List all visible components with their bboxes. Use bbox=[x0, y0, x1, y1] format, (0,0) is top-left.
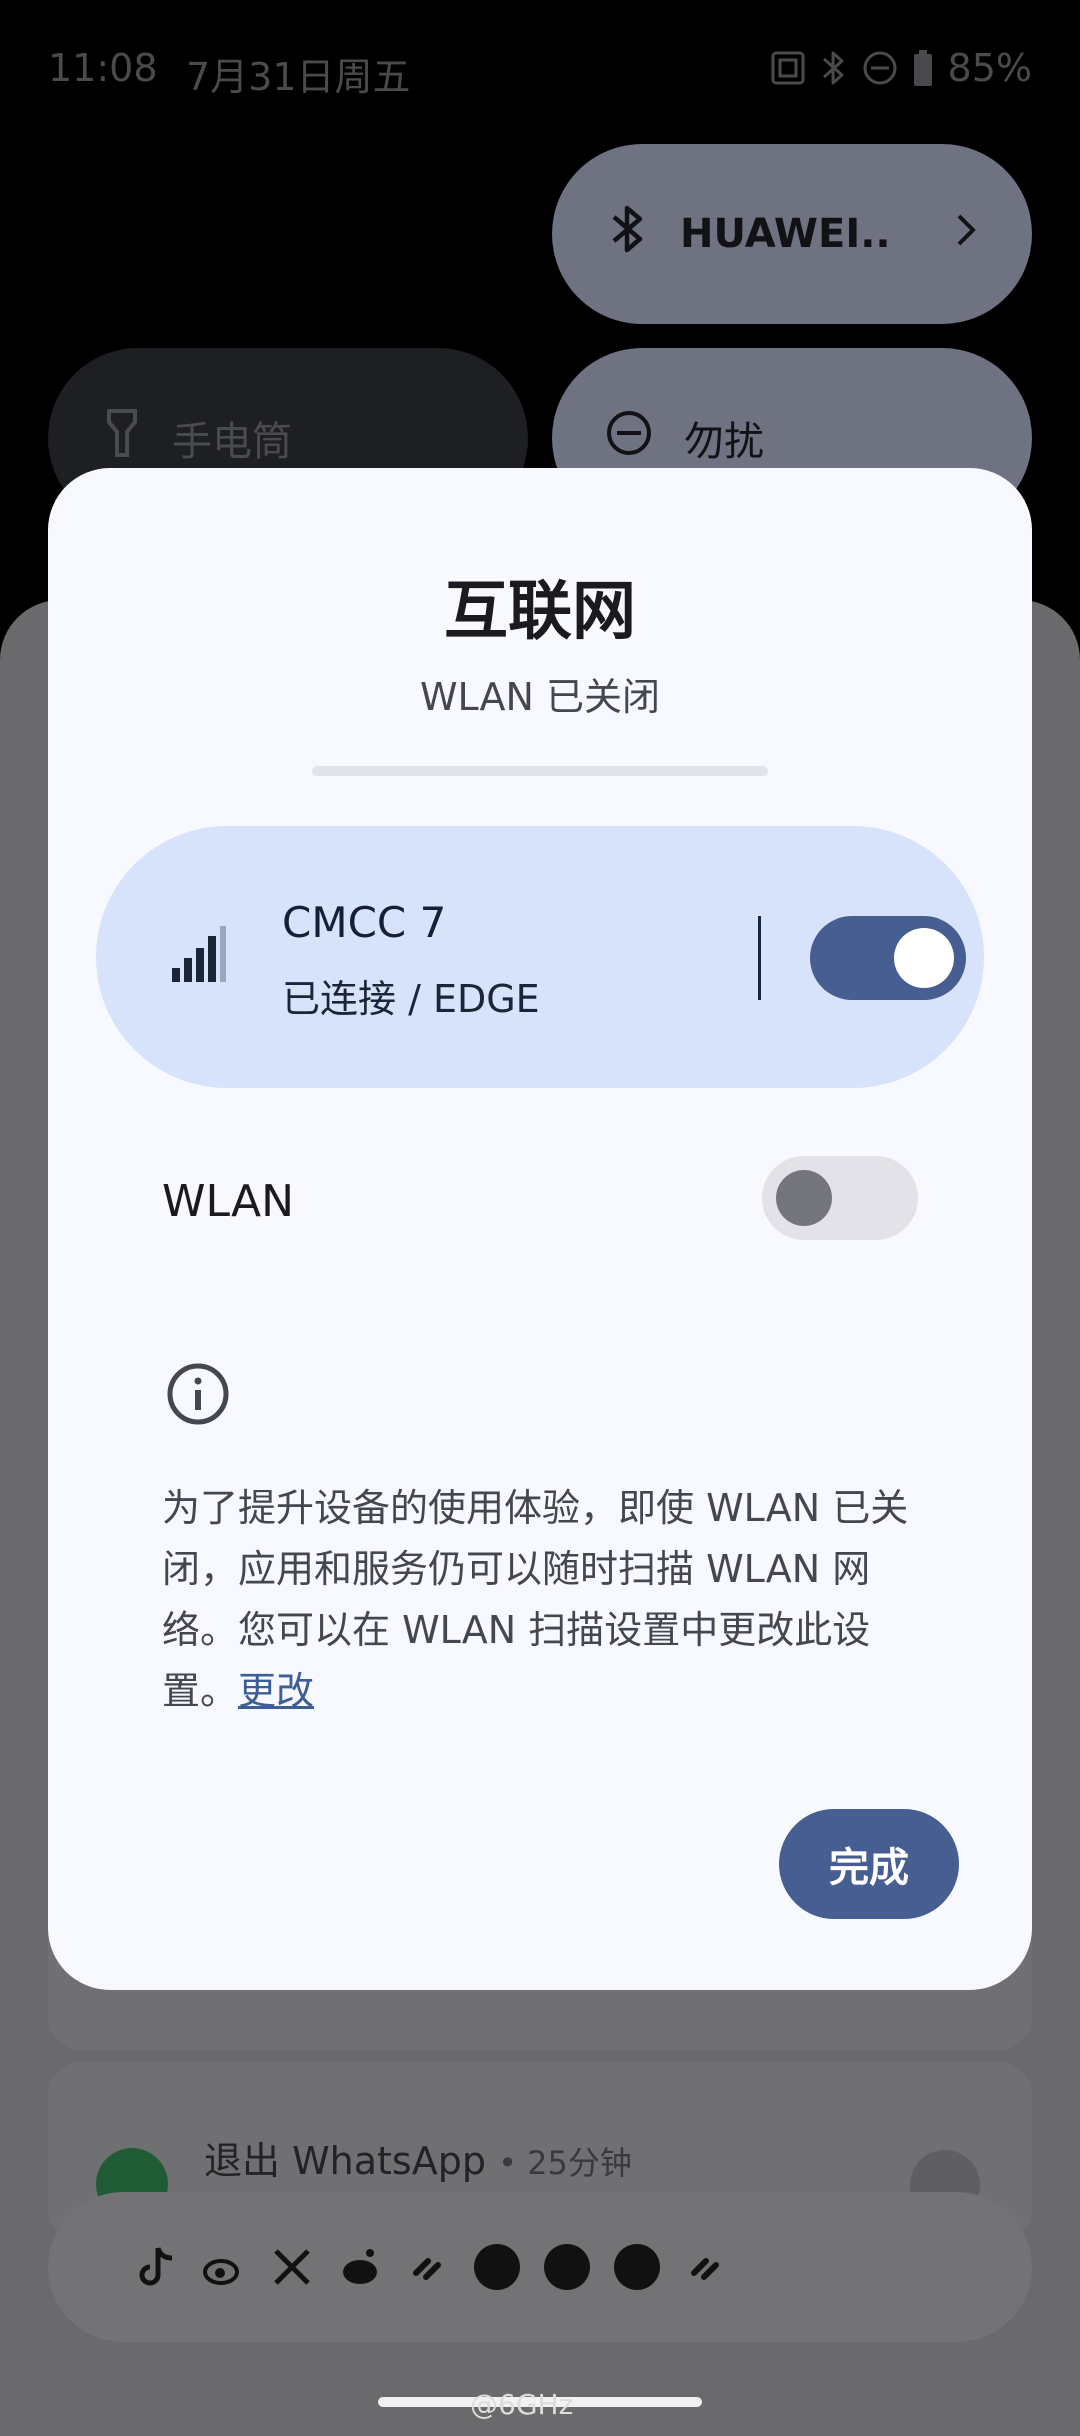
status-date: 7月31日周五 bbox=[186, 55, 411, 99]
battery-icon bbox=[912, 49, 934, 87]
toggle-knob bbox=[894, 928, 954, 988]
bluetooth-tile-label: HUAWEI.. bbox=[680, 211, 891, 257]
bluetooth-icon bbox=[820, 49, 848, 87]
link-icon bbox=[406, 2245, 450, 2289]
wlan-toggle[interactable] bbox=[762, 1156, 918, 1240]
reddit-icon bbox=[338, 2245, 382, 2289]
link-icon bbox=[684, 2245, 728, 2289]
bluetooth-icon bbox=[608, 203, 648, 265]
toggle-knob bbox=[776, 1170, 832, 1226]
network-name: CMCC 7 bbox=[282, 898, 447, 947]
bluetooth-tile[interactable]: HUAWEI.. bbox=[552, 144, 1032, 324]
mobile-data-toggle[interactable] bbox=[810, 916, 966, 1000]
weibo-icon bbox=[202, 2245, 246, 2289]
dnd-tile-label: 勿扰 bbox=[684, 419, 764, 465]
divider bbox=[312, 766, 768, 776]
tiktok-icon bbox=[134, 2245, 178, 2289]
mobile-network-card[interactable]: CMCC 7 已连接 / EDGE bbox=[96, 826, 984, 1088]
change-settings-link[interactable]: 更改 bbox=[238, 1669, 314, 1713]
dialog-title: 互联网 bbox=[444, 575, 636, 649]
done-button[interactable]: 完成 bbox=[779, 1809, 959, 1919]
notification-dot bbox=[614, 2244, 660, 2290]
status-time: 11:08 bbox=[48, 46, 158, 90]
notification-dot bbox=[544, 2244, 590, 2290]
notification-title-text: 退出 WhatsApp bbox=[204, 2139, 486, 2183]
info-text: 为了提升设备的使用体验，即使 WLAN 已关闭，应用和服务仍可以随时扫描 WLA… bbox=[162, 1478, 922, 1722]
signal-icon bbox=[170, 924, 228, 988]
status-icons: 85% bbox=[770, 46, 1032, 90]
flashlight-icon bbox=[106, 408, 138, 468]
notification-time: 25分钟 bbox=[527, 2144, 632, 2182]
dnd-icon bbox=[862, 50, 898, 86]
notification-dot bbox=[474, 2244, 520, 2290]
flashlight-tile-label: 手电筒 bbox=[172, 419, 292, 465]
chevron-right-icon bbox=[956, 211, 976, 257]
watermark: @6GHz bbox=[470, 2388, 574, 2421]
status-bar: 11:08 7月31日周五 85% bbox=[0, 0, 1080, 140]
x-icon bbox=[270, 2245, 314, 2289]
info-icon bbox=[166, 1362, 230, 1430]
internet-dialog: 互联网 WLAN 已关闭 CMCC 7 已连接 / EDGE WLAN 为了提升… bbox=[48, 468, 1032, 1990]
dnd-icon bbox=[606, 410, 652, 466]
network-status: 已连接 / EDGE bbox=[282, 977, 540, 1021]
notification-icon-strip bbox=[48, 2192, 1032, 2342]
screenshot-icon bbox=[770, 50, 806, 86]
separator bbox=[758, 916, 761, 1000]
battery-percent: 85% bbox=[947, 46, 1032, 90]
wlan-label: WLAN bbox=[162, 1176, 295, 1227]
dialog-subtitle: WLAN 已关闭 bbox=[419, 675, 661, 719]
notification-title: 退出 WhatsApp • 25分钟 bbox=[204, 2139, 632, 2183]
